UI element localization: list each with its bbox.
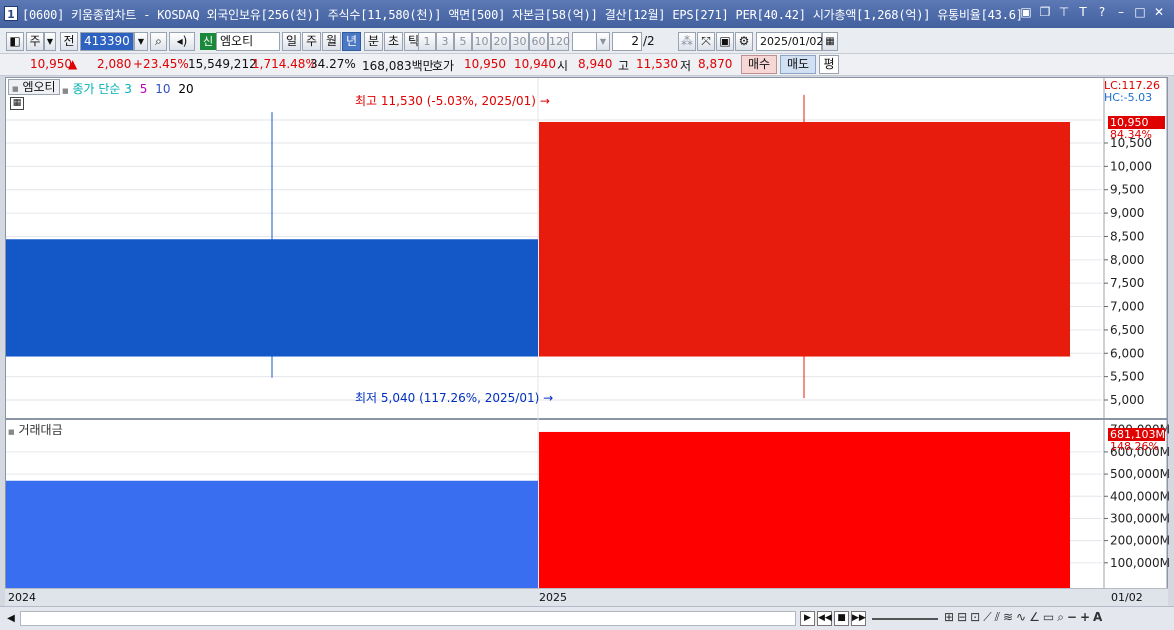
price-tick-label: 5,000 bbox=[1110, 393, 1144, 407]
x-axis-bar: 2024 2025 01/02 bbox=[5, 588, 1168, 606]
price-tick-label: 6,000 bbox=[1110, 346, 1144, 360]
x-label-2025: 2025 bbox=[539, 591, 567, 604]
price-tick-label: 7,000 bbox=[1110, 300, 1144, 314]
stop-icon[interactable]: ■ bbox=[834, 611, 849, 626]
price-tick-label: 5,500 bbox=[1110, 370, 1144, 384]
price-tick-label: 6,500 bbox=[1110, 323, 1144, 337]
volume-tick-label: 100,000M bbox=[1110, 556, 1170, 570]
volume-percent: 148.26% bbox=[1110, 440, 1159, 453]
high-annotation-text: 최고 11,530 (-5.03%, 2025/01) bbox=[355, 94, 536, 108]
draw-tool-icon[interactable]: ⊞ bbox=[944, 610, 954, 625]
volume-bar bbox=[6, 480, 538, 588]
split-tool-icon[interactable]: ⊟ bbox=[957, 610, 967, 625]
price-tick-label: 10,000 bbox=[1110, 159, 1152, 173]
zoom-in-icon[interactable]: + bbox=[1080, 610, 1090, 625]
volume-label-text: 거래대금 bbox=[18, 423, 63, 437]
fast-forward-icon[interactable]: ▶▶ bbox=[851, 611, 866, 626]
chart-tool-icons: ⊞ ⊟ ⊡ ⟋ ⫽ ≋ ∿ ∠ ▭ ⌕ − + A bbox=[944, 610, 1102, 625]
scroll-left-icon[interactable]: ◀ bbox=[4, 611, 18, 626]
arrow-right-icon: → bbox=[543, 391, 554, 405]
rewind-icon[interactable]: ◀◀ bbox=[817, 611, 832, 626]
ma-5[interactable]: 5 bbox=[140, 82, 148, 96]
zoom-slider[interactable] bbox=[872, 618, 938, 620]
candle-body bbox=[539, 121, 1070, 357]
legend-marker-icon: ■ bbox=[12, 85, 19, 93]
angle-tool-icon[interactable]: ∠ bbox=[1029, 610, 1040, 625]
price-tick-label: 7,500 bbox=[1110, 276, 1144, 290]
trend-tool-icon[interactable]: ⟋ bbox=[983, 610, 991, 625]
volume-pane-title: ■ 거래대금 bbox=[8, 421, 63, 438]
legend-moving-averages: ■ 종가 단순 3 5 10 20 bbox=[62, 80, 194, 97]
wave-tool-icon[interactable]: ∿ bbox=[1016, 610, 1026, 625]
high-annotation: 최고 11,530 (-5.03%, 2025/01) → bbox=[355, 92, 550, 109]
channel-tool-icon[interactable]: ⫽ bbox=[995, 610, 1000, 625]
legend-marker-icon: ■ bbox=[62, 87, 69, 95]
price-tick-label: 8,500 bbox=[1110, 229, 1144, 243]
price-tick-label: 9,500 bbox=[1110, 183, 1144, 197]
magnify-icon[interactable]: ⌕ bbox=[1057, 610, 1064, 625]
bottom-scroll-bar: ◀ ▶ ◀◀ ■ ▶▶ ⊞ ⊟ ⊡ ⟋ ⫽ ≋ ∿ ∠ ▭ ⌕ − + A bbox=[0, 606, 1174, 630]
ma-label: 종가 단순 bbox=[72, 82, 121, 96]
arrow-right-icon: → bbox=[539, 94, 550, 108]
fib-tool-icon[interactable]: ≋ bbox=[1003, 610, 1013, 625]
text-size-icon[interactable]: A bbox=[1093, 610, 1102, 625]
volume-tick-label: 300,000M bbox=[1110, 511, 1170, 525]
legend-marker-icon: ■ bbox=[8, 428, 15, 436]
zoom-out-icon[interactable]: − bbox=[1067, 610, 1077, 625]
grid-tool-icon[interactable]: ⊡ bbox=[970, 610, 980, 625]
ma-10[interactable]: 10 bbox=[155, 82, 170, 96]
volume-tick-label: 400,000M bbox=[1110, 489, 1170, 503]
volume-tick-label: 200,000M bbox=[1110, 534, 1170, 548]
legend-stock-label: 엠오티 bbox=[22, 80, 56, 94]
table-view-icon[interactable]: ▦ bbox=[10, 97, 24, 110]
playback-controls: ▶ ◀◀ ■ ▶▶ bbox=[800, 611, 866, 626]
legend-stock-name[interactable]: ■ 엠오티 bbox=[8, 79, 60, 95]
volume-bar bbox=[539, 431, 1070, 588]
low-annotation: 최저 5,040 (117.26%, 2025/01) → bbox=[355, 389, 553, 406]
ma-20[interactable]: 20 bbox=[178, 82, 193, 96]
x-label-2024: 2024 bbox=[8, 591, 36, 604]
horizontal-scrollbar[interactable] bbox=[20, 611, 796, 626]
select-tool-icon[interactable]: ▭ bbox=[1043, 610, 1054, 625]
price-tick-label: 9,000 bbox=[1110, 206, 1144, 220]
next-icon[interactable]: ▶ bbox=[800, 611, 815, 626]
candle-body bbox=[6, 239, 538, 357]
price-tick-label: 8,000 bbox=[1110, 253, 1144, 267]
price-percent: 84.34% bbox=[1110, 128, 1152, 141]
low-annotation-text: 최저 5,040 (117.26%, 2025/01) bbox=[355, 391, 540, 405]
volume-tick-label: 500,000M bbox=[1110, 467, 1170, 481]
hc-label: HC:-5.03 bbox=[1104, 91, 1153, 104]
ma-3[interactable]: 3 bbox=[124, 82, 132, 96]
x-last-label: 01/02 bbox=[1111, 591, 1143, 604]
